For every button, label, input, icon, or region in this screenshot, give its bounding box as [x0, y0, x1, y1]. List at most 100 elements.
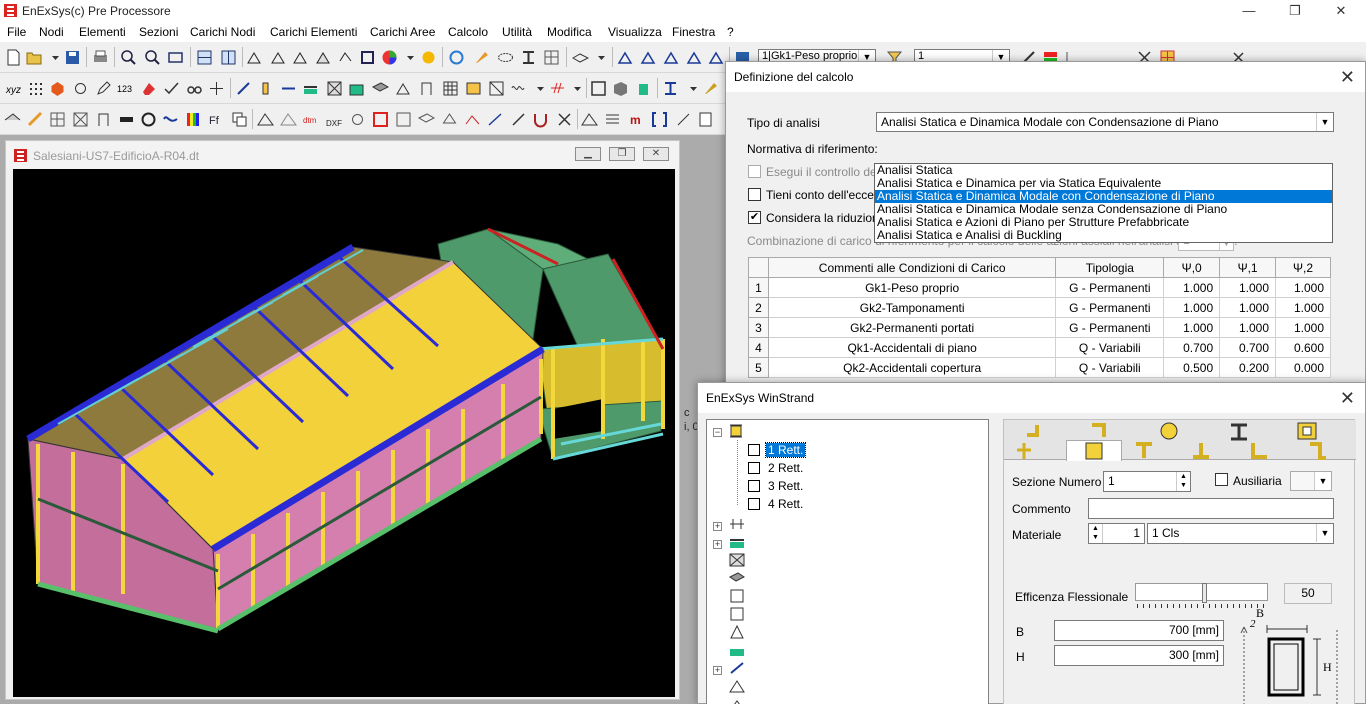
element-icon[interactable] — [640, 49, 657, 66]
u-shape-icon[interactable] — [532, 111, 549, 128]
view-axo-icon[interactable] — [337, 49, 354, 66]
bracing-icon[interactable] — [488, 80, 505, 97]
rotate-icon[interactable] — [72, 80, 89, 97]
green-frame-icon[interactable] — [635, 80, 652, 97]
view-xy-icon[interactable] — [292, 49, 309, 66]
truss-2-icon[interactable] — [280, 111, 297, 128]
shell-icon[interactable] — [395, 80, 412, 97]
tab-inverted-t-icon[interactable] — [1186, 440, 1216, 462]
cell-psi0[interactable]: 1.000 — [1163, 317, 1221, 338]
nodes-grid-icon[interactable] — [27, 80, 44, 97]
sezione-spinner[interactable]: 1 ▲ ▼ — [1103, 471, 1191, 492]
refresh-icon[interactable] — [448, 49, 465, 66]
tab-box-icon[interactable] — [1292, 420, 1322, 442]
cell-psi1[interactable]: 1.000 — [1219, 297, 1277, 318]
menu-file[interactable]: File — [7, 25, 26, 39]
cell-psi0[interactable]: 0.700 — [1163, 337, 1221, 358]
slider-thumb[interactable] — [1202, 583, 1207, 603]
menu-carichi-elementi[interactable]: Carichi Elementi — [270, 25, 357, 39]
dropdown-arrow-icon[interactable] — [47, 49, 64, 66]
beam-section-icon[interactable] — [662, 80, 679, 97]
tree-item-4[interactable]: 4 Rett. — [768, 497, 803, 511]
menu-carichi-aree[interactable]: Carichi Aree — [370, 25, 435, 39]
bracket-icon[interactable] — [651, 111, 668, 128]
dropdown-arrow-icon[interactable] — [569, 80, 586, 97]
dxf-icon[interactable]: DXF — [326, 111, 343, 128]
cell-tipologia[interactable]: Q - Variabili — [1055, 357, 1165, 378]
layout-horizontal-icon[interactable] — [196, 49, 213, 66]
column-header-commenti[interactable]: Commenti alle Condizioni di Carico — [767, 257, 1057, 278]
section-icon[interactable] — [359, 49, 376, 66]
slab-icon[interactable] — [372, 80, 389, 97]
column-header-psi2[interactable]: Ψ,2 — [1275, 257, 1331, 278]
spot-icon[interactable] — [349, 111, 366, 128]
new-file-icon[interactable] — [5, 49, 22, 66]
menu-sezioni[interactable]: Sezioni — [139, 25, 178, 39]
numbering-icon[interactable]: 123 — [117, 80, 134, 97]
copy-icon[interactable] — [231, 111, 248, 128]
m-icon[interactable]: m — [628, 111, 645, 128]
tab-l-section-icon[interactable] — [1244, 440, 1274, 462]
structure-3d-view[interactable] — [13, 169, 675, 697]
cell-psi2[interactable]: 0.600 — [1275, 337, 1331, 358]
cell-psi1[interactable]: 0.200 — [1219, 357, 1277, 378]
tab-z-icon[interactable] — [1302, 440, 1332, 462]
ausiliaria-checkbox[interactable] — [1215, 473, 1228, 486]
dropdown-arrow-icon[interactable] — [685, 80, 702, 97]
cube-icon[interactable] — [612, 80, 629, 97]
node-move-icon[interactable] — [208, 80, 225, 97]
frame-icon[interactable] — [418, 80, 435, 97]
support-icon[interactable] — [441, 111, 458, 128]
cell-tipologia[interactable]: G - Permanenti — [1055, 317, 1165, 338]
truss-tool-icon[interactable] — [581, 111, 598, 128]
line-icon[interactable] — [235, 80, 252, 97]
foundation-icon[interactable] — [302, 80, 319, 97]
tree-item-3[interactable]: 3 Rett. — [768, 479, 803, 493]
winstrand-close-button[interactable]: ✕ — [1340, 388, 1355, 409]
check-eccentricita[interactable] — [748, 188, 761, 201]
model-viewport[interactable] — [13, 169, 675, 697]
materiale-combo[interactable]: 1 Cls ▼ — [1147, 523, 1334, 544]
stair-icon[interactable] — [465, 80, 482, 97]
frame-icon[interactable] — [95, 111, 112, 128]
dimension-icon[interactable] — [675, 111, 692, 128]
dropdown-arrow-icon[interactable] — [532, 80, 549, 97]
table-row[interactable]: 4 Qk1-Accidentali di piano Q - Variabili… — [748, 337, 1331, 358]
b-input[interactable]: 700 [mm] — [1054, 620, 1224, 641]
light-icon[interactable] — [420, 49, 437, 66]
rigid-link-icon[interactable] — [280, 80, 297, 97]
pencil-icon[interactable] — [95, 80, 112, 97]
zoom-window-icon[interactable] — [167, 49, 184, 66]
mesh-icon[interactable] — [543, 49, 560, 66]
truss-icon[interactable] — [257, 111, 274, 128]
cell-psi1[interactable]: 1.000 — [1219, 317, 1277, 338]
zoom-out-icon[interactable] — [144, 49, 161, 66]
cell-psi0[interactable]: 0.500 — [1163, 357, 1221, 378]
cell-psi0[interactable]: 1.000 — [1163, 297, 1221, 318]
cell-psi2[interactable]: 1.000 — [1275, 277, 1331, 298]
close-button[interactable]: ✕ — [1318, 0, 1364, 22]
color-render-icon[interactable] — [381, 49, 398, 66]
tree-item-1[interactable]: 1 Rett. — [764, 442, 807, 458]
table-row[interactable]: 1 Gk1-Peso proprio G - Permanenti 1.000 … — [748, 277, 1331, 298]
find-icon[interactable] — [186, 80, 203, 97]
layers-icon[interactable] — [418, 111, 435, 128]
cell-psi2[interactable]: 1.000 — [1275, 297, 1331, 318]
cell-tipologia[interactable]: Q - Variabili — [1055, 337, 1165, 358]
tab-t-section-icon[interactable] — [1129, 440, 1159, 462]
window-icon[interactable] — [590, 80, 607, 97]
menu-visualizza[interactable]: Visualizza — [608, 25, 662, 39]
cell-psi1[interactable]: 0.700 — [1219, 337, 1277, 358]
roof-icon[interactable] — [4, 111, 21, 128]
cell-tipologia[interactable]: G - Permanenti — [1055, 297, 1165, 318]
rotate-icon[interactable] — [140, 111, 157, 128]
red-frame-icon[interactable] — [372, 111, 389, 128]
hex-icon[interactable] — [49, 80, 66, 97]
commento-input[interactable] — [1088, 498, 1334, 519]
cell-commento[interactable]: Gk2-Tamponamenti — [767, 297, 1057, 318]
column-icon[interactable] — [257, 80, 274, 97]
xyz-icon[interactable]: xyz — [5, 80, 22, 97]
child-restore-button[interactable]: ❐ — [609, 147, 635, 161]
cell-commento[interactable]: Qk1-Accidentali di piano — [767, 337, 1057, 358]
mesh-icon[interactable] — [72, 111, 89, 128]
